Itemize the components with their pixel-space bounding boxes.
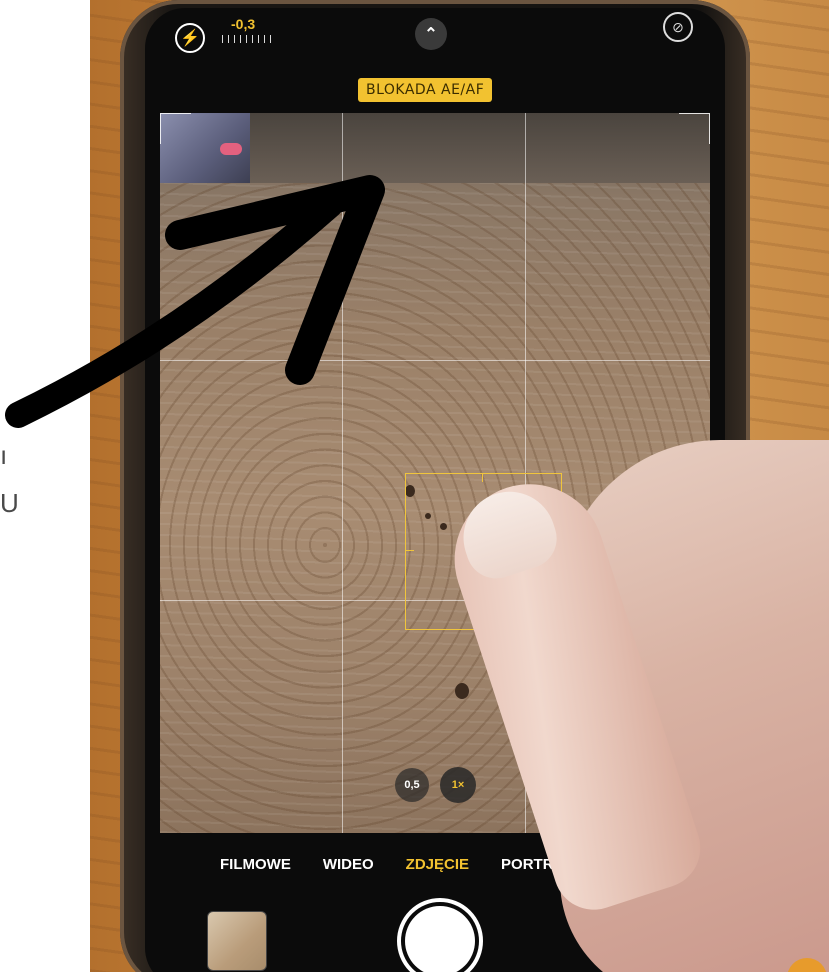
frame-corner-top-left — [160, 113, 191, 144]
frame-corner-top-right — [679, 113, 710, 144]
exposure-value: -0,3 — [231, 16, 256, 32]
last-photo-thumbnail[interactable] — [207, 911, 267, 971]
mode-zdjecie[interactable]: ZDJĘCIE — [406, 856, 469, 873]
zoom-1x-button[interactable]: 1× — [440, 767, 476, 803]
side-text-2: U — [0, 488, 19, 518]
ae-af-lock-badge: BLOKADA AE/AF — [358, 78, 493, 102]
zoom-05-button[interactable]: 0,5 — [395, 768, 429, 802]
grid-line-vertical-1 — [342, 113, 343, 833]
wood-knot — [455, 683, 469, 699]
shutter-button[interactable] — [397, 898, 483, 972]
grid-line-horizontal-1 — [160, 360, 710, 361]
mode-wideo[interactable]: WIDEO — [323, 856, 374, 873]
live-photo-off-icon[interactable]: ⊘ — [663, 12, 693, 42]
exposure-scale[interactable] — [222, 35, 272, 43]
camera-screenshot: ı U ⚡ -0,3 ⌃ ⊘ BLOKADA AE/AF 0,5 1× FILM… — [0, 0, 829, 972]
mode-selector: FILMOWE WIDEO ZDJĘCIE PORTRET — [220, 856, 573, 873]
chevron-up-icon[interactable]: ⌃ — [415, 18, 447, 50]
side-text-1: ı — [0, 440, 8, 470]
flash-icon[interactable]: ⚡ — [175, 23, 205, 53]
mode-filmowe[interactable]: FILMOWE — [220, 856, 291, 873]
